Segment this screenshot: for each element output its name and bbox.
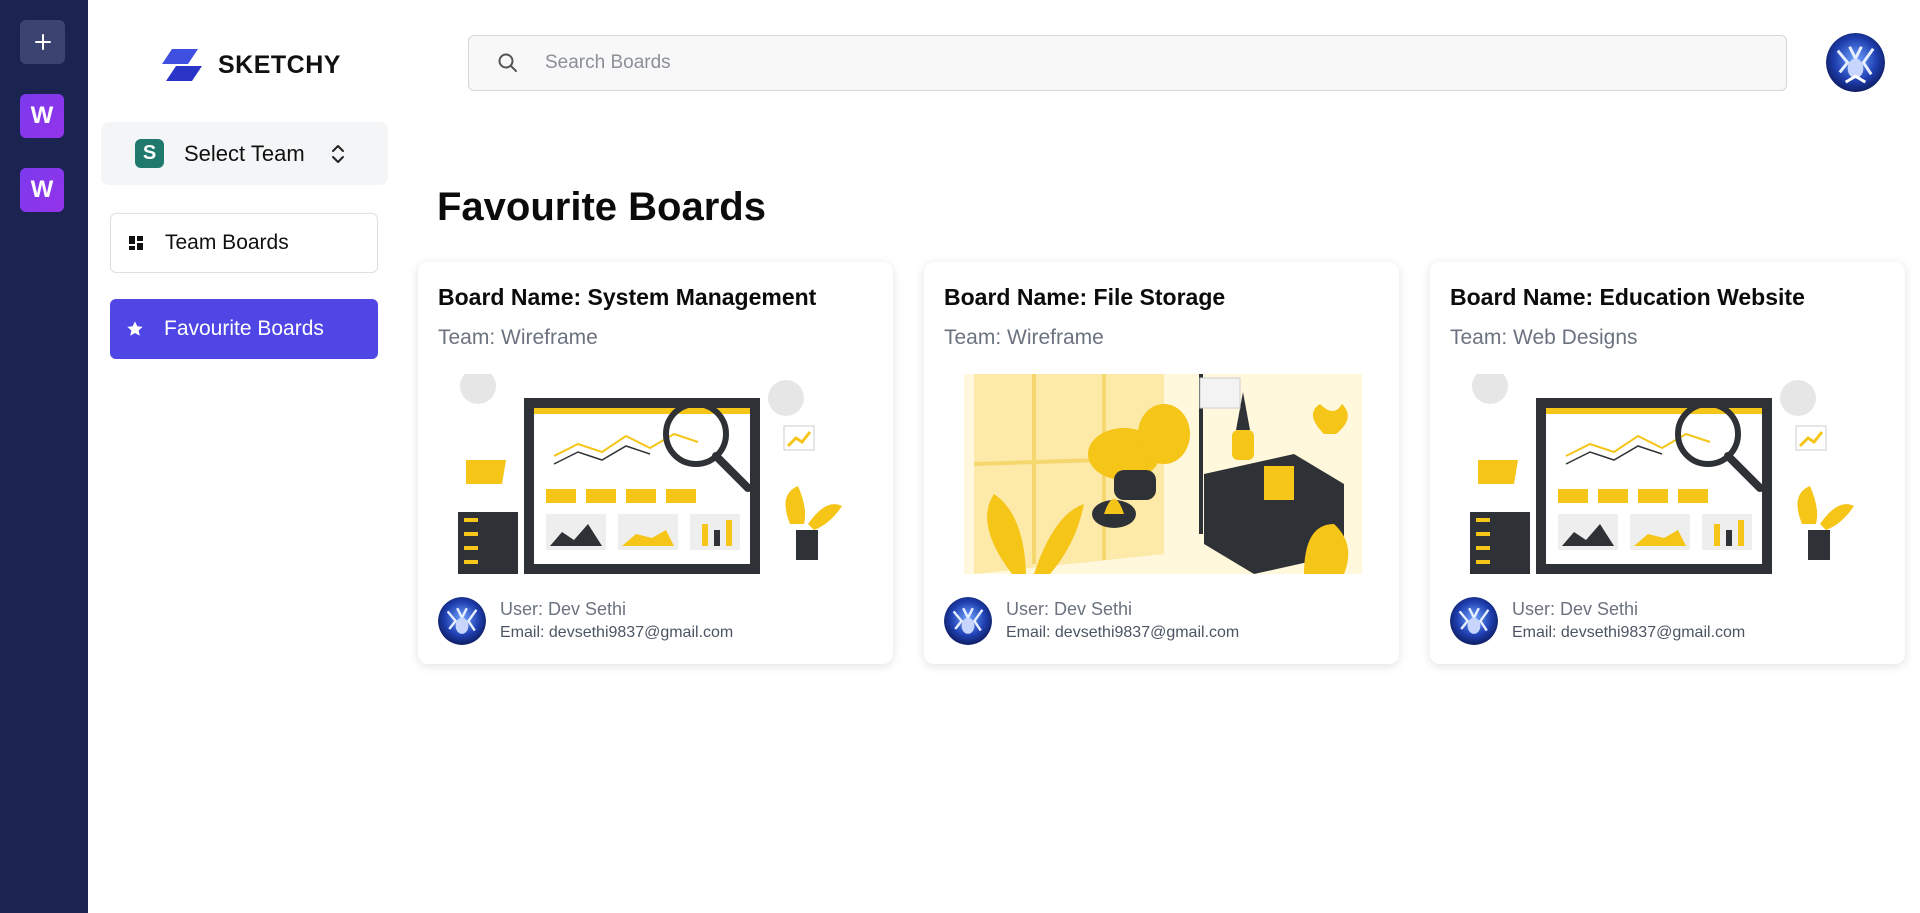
board-card[interactable]: Board Name: Education Website Team: Web … xyxy=(1430,262,1905,664)
nav-team-boards[interactable]: Team Boards xyxy=(110,213,378,273)
owner-avatar xyxy=(438,597,486,645)
owner-email: Email: devsethi9837@gmail.com xyxy=(1512,624,1746,641)
team-selector-label: Select Team xyxy=(184,140,305,166)
owner-name: User: Dev Sethi xyxy=(1512,599,1639,619)
dashboard-icon xyxy=(129,236,143,250)
search-bar xyxy=(468,35,1787,91)
search-icon xyxy=(498,53,517,72)
board-team: Team: Web Designs xyxy=(1450,326,1638,349)
team-avatar: S xyxy=(135,139,164,168)
board-card[interactable]: Board Name: System Management Team: Wire… xyxy=(418,262,893,664)
room-illustration xyxy=(964,374,1362,574)
board-team: Team: Wireframe xyxy=(944,326,1104,349)
owner-email: Email: devsethi9837@gmail.com xyxy=(500,624,734,641)
board-owner: User: Dev Sethi Email: devsethi9837@gmai… xyxy=(944,597,1384,647)
team-selector[interactable]: S Select Team xyxy=(101,122,388,185)
nav-favourite-boards-label: Favourite Boards xyxy=(164,317,324,340)
nav-team-boards-label: Team Boards xyxy=(165,231,289,254)
page-title: Favourite Boards xyxy=(437,185,766,229)
user-avatar[interactable] xyxy=(1826,33,1885,92)
star-icon xyxy=(127,321,143,336)
logo-icon xyxy=(162,49,202,81)
board-owner: User: Dev Sethi Email: devsethi9837@gmai… xyxy=(1450,597,1890,647)
board-name: Board Name: File Storage xyxy=(944,284,1226,310)
owner-email: Email: devsethi9837@gmail.com xyxy=(1006,624,1240,641)
dashboard-illustration xyxy=(1470,374,1854,574)
app-logo: SKETCHY xyxy=(158,47,341,83)
dashboard-illustration xyxy=(458,374,842,574)
board-card[interactable]: Board Name: File Storage Team: Wireframe… xyxy=(924,262,1399,664)
owner-avatar xyxy=(944,597,992,645)
rail-team-1[interactable]: W xyxy=(20,94,64,138)
chevron-up-down-icon xyxy=(331,144,344,163)
owner-name: User: Dev Sethi xyxy=(1006,599,1133,619)
team-rail: W W xyxy=(0,0,88,913)
board-name: Board Name: System Management xyxy=(438,284,817,310)
add-team-button[interactable] xyxy=(20,20,65,64)
rail-team-2[interactable]: W xyxy=(20,168,64,212)
search-input[interactable] xyxy=(545,52,1745,74)
app-name: SKETCHY xyxy=(218,50,341,79)
owner-avatar xyxy=(1450,597,1498,645)
plus-icon xyxy=(34,34,51,50)
board-team: Team: Wireframe xyxy=(438,326,598,349)
board-owner: User: Dev Sethi Email: devsethi9837@gmai… xyxy=(438,597,878,647)
avatar-image xyxy=(1826,33,1885,92)
owner-name: User: Dev Sethi xyxy=(500,599,627,619)
board-name: Board Name: Education Website xyxy=(1450,284,1805,310)
nav-favourite-boards[interactable]: Favourite Boards xyxy=(110,299,378,359)
